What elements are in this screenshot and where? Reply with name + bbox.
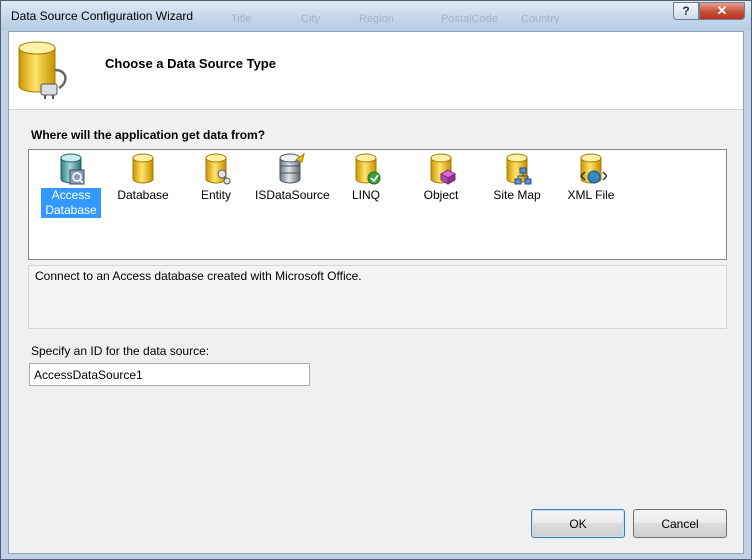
source-type-entity[interactable]: Entity <box>186 152 246 203</box>
source-type-linq[interactable]: LINQ <box>336 152 396 203</box>
entity-icon <box>205 153 231 185</box>
ok-button[interactable]: OK <box>531 509 625 538</box>
cancel-button[interactable]: Cancel <box>633 509 727 538</box>
close-icon: ✕ <box>716 3 728 18</box>
source-type-label: LINQ <box>351 188 380 202</box>
source-type-xml-file[interactable]: XML File <box>561 152 621 203</box>
close-button[interactable]: ✕ <box>699 2 745 20</box>
source-type-label: Object <box>423 188 459 202</box>
background-column-region: Region <box>359 13 394 25</box>
help-icon: ? <box>682 4 690 18</box>
isdatasource-icon <box>279 152 305 184</box>
source-type-label: Entity <box>200 188 231 202</box>
database-icon <box>132 153 154 184</box>
wizard-window: Data Source Configuration Wizard Title C… <box>0 0 752 560</box>
source-type-label: ISDataSource <box>255 188 330 202</box>
source-type-database[interactable]: Database <box>113 152 173 203</box>
page-title: Choose a Data Source Type <box>105 56 276 71</box>
source-type-label: Site Map <box>493 188 541 202</box>
title-bar[interactable]: Data Source Configuration Wizard Title C… <box>1 1 751 31</box>
background-column-country: Country <box>521 13 560 25</box>
wizard-header: Choose a Data Source Type <box>9 32 743 110</box>
linq-icon <box>355 153 381 185</box>
object-icon <box>430 153 457 185</box>
site-map-icon <box>506 153 532 185</box>
source-type-isdatasource[interactable]: ISDataSource <box>253 152 330 203</box>
description-text: Connect to an Access database created wi… <box>35 269 362 283</box>
background-column-city: City <box>301 13 320 25</box>
data-source-wizard-icon <box>18 41 67 99</box>
background-column-title: Title <box>231 13 252 25</box>
background-column-postalcode: PostalCode <box>441 13 498 25</box>
window-title: Data Source Configuration Wizard <box>11 9 194 23</box>
source-type-site-map[interactable]: Site Map <box>487 152 547 203</box>
source-type-object[interactable]: Object <box>411 152 471 203</box>
source-question-label: Where will the application get data from… <box>31 128 266 142</box>
access-database-icon <box>60 153 85 185</box>
source-type-label: Access Database <box>41 188 101 218</box>
data-source-type-list[interactable]: Access Database Database Entity ISDataSo… <box>28 149 727 260</box>
source-type-label: Database <box>117 188 169 202</box>
data-source-id-input[interactable] <box>29 363 310 386</box>
source-type-label: XML File <box>567 188 615 202</box>
help-button[interactable]: ? <box>673 2 699 20</box>
xml-file-icon <box>579 153 607 184</box>
id-field-label: Specify an ID for the data source: <box>31 344 210 358</box>
source-description: Connect to an Access database created wi… <box>28 265 727 329</box>
source-type-access-database[interactable]: Access Database <box>41 152 101 218</box>
wizard-client-area: Choose a Data Source Type Where will the… <box>8 31 744 554</box>
